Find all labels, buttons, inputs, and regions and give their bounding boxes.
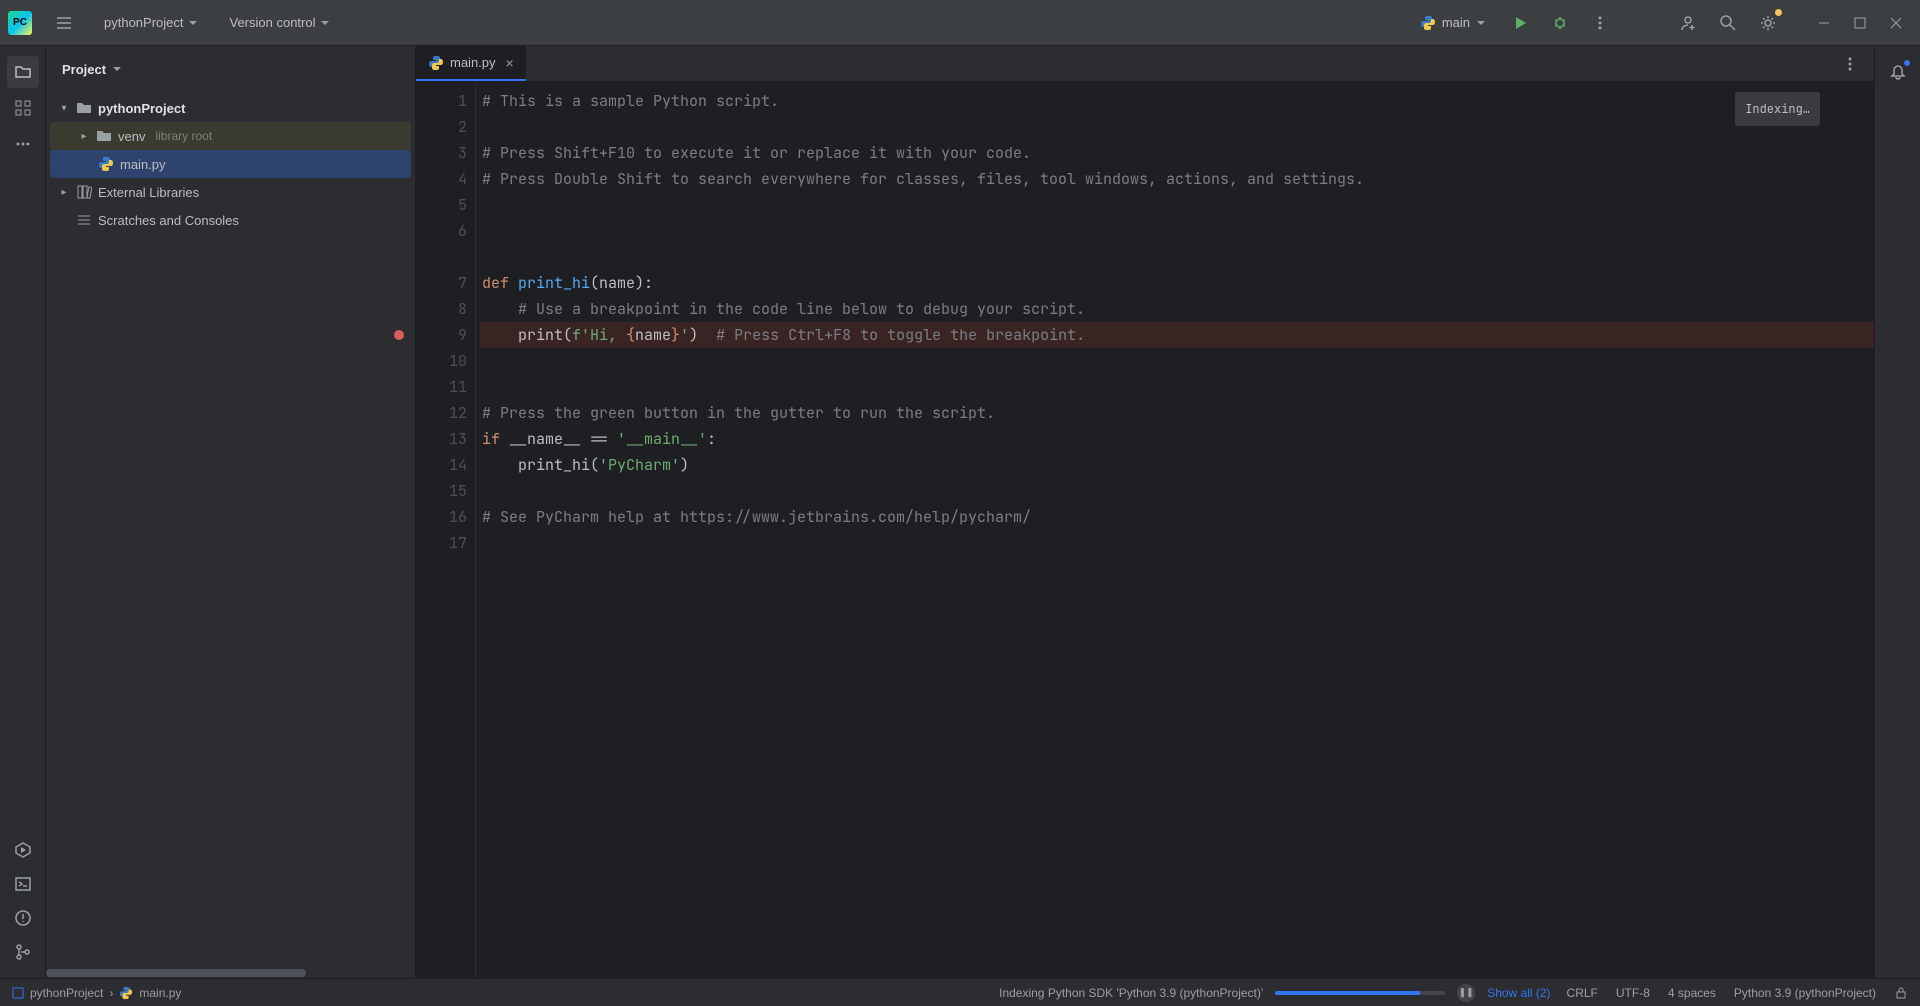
tree-ext-libs-label: External Libraries (98, 185, 199, 200)
indent-info[interactable]: 4 spaces (1668, 986, 1716, 1000)
code-with-me-button[interactable] (1672, 7, 1704, 39)
main-menu-button[interactable] (48, 7, 80, 39)
tree-venv-label: venv (118, 129, 145, 144)
tree-scratches-label: Scratches and Consoles (98, 213, 239, 228)
tree-main-label: main.py (120, 157, 166, 172)
project-tree: ▾ pythonProject ▸ venv library root (46, 92, 415, 968)
left-tool-strip (0, 46, 46, 978)
right-tool-strip (1874, 46, 1920, 978)
project-name-label: pythonProject (104, 15, 184, 30)
tree-venv[interactable]: ▸ venv library root (50, 122, 411, 150)
module-icon (12, 987, 24, 999)
project-dropdown[interactable]: pythonProject (96, 11, 206, 34)
close-tab-button[interactable]: × (506, 55, 514, 71)
pause-indexing-button[interactable]: ❚❚ (1457, 984, 1475, 1002)
progress-fill (1275, 991, 1420, 995)
app-icon: PC (8, 11, 32, 35)
indexing-progress (1275, 991, 1445, 995)
tab-main-py[interactable]: main.py × (416, 46, 526, 81)
chevron-right-icon: › (109, 986, 113, 1000)
tree-ext-libs[interactable]: ▸ External Libraries (50, 178, 411, 206)
close-button[interactable] (1880, 7, 1912, 39)
chevron-right-icon: ▸ (78, 131, 90, 142)
show-all-link[interactable]: Show all (2) (1487, 986, 1550, 1000)
line-gutter[interactable]: 1234567891011121314151617 (416, 82, 476, 978)
structure-tool-button[interactable] (7, 92, 39, 124)
python-icon (98, 156, 114, 172)
breadcrumbs[interactable]: pythonProject › main.py (12, 986, 181, 1000)
tab-more-button[interactable] (1834, 48, 1866, 80)
run-config-label: main (1442, 15, 1470, 30)
settings-button[interactable] (1752, 7, 1784, 39)
project-panel: Project ▾ pythonProject ▸ venv (46, 46, 416, 978)
status-bar: pythonProject › main.py Indexing Python … (0, 978, 1920, 1006)
indexing-message: Indexing Python SDK 'Python 3.9 (pythonP… (999, 986, 1263, 1000)
folder-icon (76, 100, 92, 116)
line-separator[interactable]: CRLF (1567, 986, 1598, 1000)
python-icon (1420, 15, 1436, 31)
top-toolbar: PC pythonProject Version control main (0, 0, 1920, 46)
tree-root[interactable]: ▾ pythonProject (50, 94, 411, 122)
maximize-button[interactable] (1844, 7, 1876, 39)
tree-scratches[interactable]: Scratches and Consoles (50, 206, 411, 234)
run-config-selector[interactable]: main (1410, 11, 1496, 35)
project-panel-header[interactable]: Project (46, 46, 415, 92)
interpreter-info[interactable]: Python 3.9 (pythonProject) (1734, 986, 1876, 1000)
python-icon (428, 55, 444, 71)
editor-area: main.py × 1234567891011121314151617 # Th… (416, 46, 1874, 978)
tree-root-label: pythonProject (98, 101, 185, 116)
project-panel-title: Project (62, 62, 106, 77)
crumb-project[interactable]: pythonProject (30, 986, 103, 1000)
project-tool-button[interactable] (7, 56, 39, 88)
breakpoint-marker[interactable] (394, 330, 404, 340)
folder-icon (96, 128, 112, 144)
more-tools-button[interactable] (7, 128, 39, 160)
indexing-badge: Indexing… (1735, 92, 1820, 126)
scroll-thumb[interactable] (46, 969, 306, 977)
minimize-button[interactable] (1808, 7, 1840, 39)
services-tool-button[interactable] (7, 834, 39, 866)
run-button[interactable] (1504, 7, 1536, 39)
search-button[interactable] (1712, 7, 1744, 39)
problems-tool-button[interactable] (7, 902, 39, 934)
git-tool-button[interactable] (7, 936, 39, 968)
lock-icon[interactable] (1894, 986, 1908, 1000)
code-content[interactable]: # This is a sample Python script.# Press… (476, 82, 1874, 978)
notifications-button[interactable] (1882, 56, 1914, 88)
terminal-tool-button[interactable] (7, 868, 39, 900)
scratches-icon (76, 212, 92, 228)
vcs-dropdown[interactable]: Version control (222, 11, 338, 34)
tab-label: main.py (450, 55, 496, 70)
encoding[interactable]: UTF-8 (1616, 986, 1650, 1000)
debug-button[interactable] (1544, 7, 1576, 39)
python-icon (119, 986, 133, 1000)
crumb-file[interactable]: main.py (139, 986, 181, 1000)
editor-tabs: main.py × (416, 46, 1874, 82)
library-icon (76, 184, 92, 200)
lib-root-hint: library root (155, 129, 212, 143)
chevron-right-icon: ▸ (58, 187, 70, 198)
chevron-down-icon: ▾ (58, 103, 70, 114)
code-editor[interactable]: 1234567891011121314151617 # This is a sa… (416, 82, 1874, 978)
tree-main-file[interactable]: main.py (50, 150, 411, 178)
vcs-label: Version control (230, 15, 316, 30)
project-horizontal-scrollbar[interactable] (46, 968, 415, 978)
more-actions-button[interactable] (1584, 7, 1616, 39)
